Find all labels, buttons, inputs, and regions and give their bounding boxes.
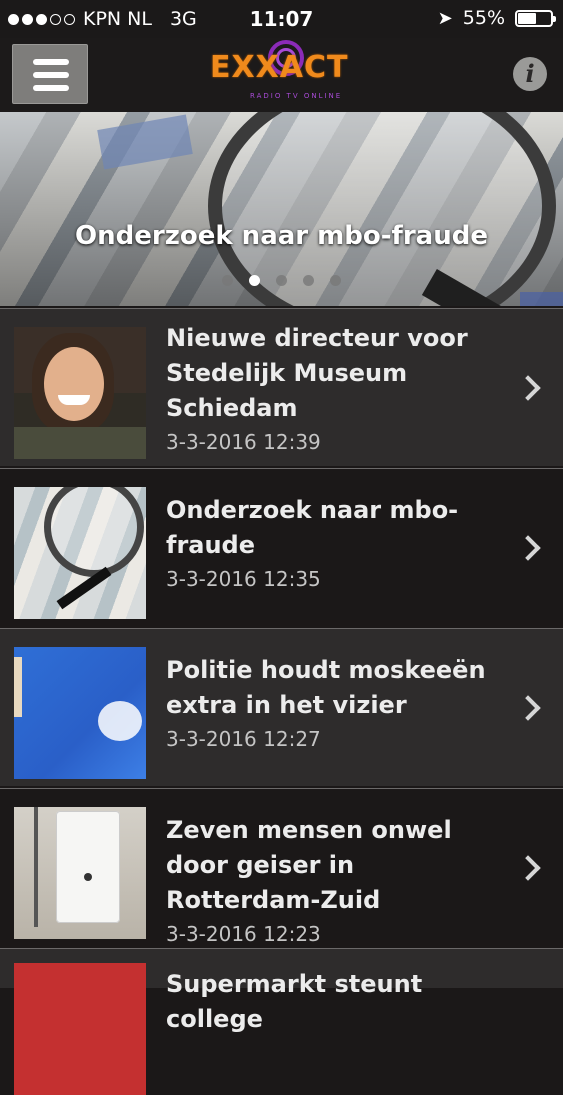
app-logo: EXXACT RADIO TV ONLINE — [200, 40, 370, 106]
article-date: 3-3-2016 12:35 — [166, 567, 321, 591]
article-title: Zeven mensen onwel door geiser in Rotter… — [166, 816, 452, 914]
article-thumbnail — [14, 647, 146, 779]
article-date: 3-3-2016 12:27 — [166, 727, 321, 751]
location-arrow-icon: ➤ — [437, 7, 453, 29]
article-title: Onderzoek naar mbo-fraude — [166, 496, 459, 559]
pager-dot[interactable] — [330, 275, 341, 286]
article-thumbnail — [14, 487, 146, 619]
logo-tagline: RADIO TV ONLINE — [250, 92, 343, 100]
article-title: Politie houdt moskeeën extra in het vizi… — [166, 656, 486, 719]
list-item[interactable]: Zeven mensen onwel door geiser in Rotter… — [0, 788, 563, 946]
hamburger-icon — [33, 59, 69, 65]
carousel-pager[interactable] — [0, 275, 563, 286]
hero-title: Onderzoek naar mbo-fraude — [75, 221, 488, 251]
chevron-right-icon — [515, 695, 541, 721]
battery-icon — [515, 9, 556, 27]
hero-image-detail — [97, 114, 193, 170]
status-bar: KPN NL 3G 11:07 ➤ 55% — [0, 0, 563, 38]
pager-dot[interactable] — [222, 275, 233, 286]
list-item[interactable]: Nieuwe directeur voor Stedelijk Museum S… — [0, 308, 563, 466]
nav-bar: EXXACT RADIO TV ONLINE i — [0, 38, 563, 112]
logo-wordmark: EXXACT — [210, 50, 349, 85]
hamburger-icon — [33, 72, 69, 78]
pager-dot[interactable] — [249, 275, 260, 286]
pager-dot[interactable] — [303, 275, 314, 286]
article-thumbnail — [14, 963, 146, 1095]
article-title: Nieuwe directeur voor Stedelijk Museum S… — [166, 324, 468, 422]
article-list: Nieuwe directeur voor Stedelijk Museum S… — [0, 308, 563, 1095]
chevron-right-icon — [515, 855, 541, 881]
menu-button[interactable] — [12, 44, 88, 104]
hero-carousel[interactable]: Onderzoek naar mbo-fraude — [0, 112, 563, 306]
list-item[interactable]: Politie houdt moskeeën extra in het vizi… — [0, 628, 563, 786]
article-title: Supermarkt steunt college — [166, 970, 423, 1033]
status-right: ➤ 55% — [437, 7, 556, 29]
article-date: 3-3-2016 12:23 — [166, 922, 321, 946]
chevron-right-icon — [515, 535, 541, 561]
hero-image-detail — [520, 292, 563, 306]
article-thumbnail — [14, 807, 146, 939]
chevron-right-icon — [515, 375, 541, 401]
hamburger-icon — [33, 85, 69, 91]
info-button[interactable]: i — [513, 57, 547, 91]
list-item[interactable]: Supermarkt steunt college — [0, 948, 563, 1095]
list-item[interactable]: Onderzoek naar mbo-fraude 3-3-2016 12:35 — [0, 468, 563, 626]
article-thumbnail — [14, 327, 146, 459]
article-date: 3-3-2016 12:39 — [166, 430, 321, 454]
info-icon: i — [525, 59, 535, 88]
pager-dot[interactable] — [276, 275, 287, 286]
battery-percent: 55% — [462, 7, 505, 29]
